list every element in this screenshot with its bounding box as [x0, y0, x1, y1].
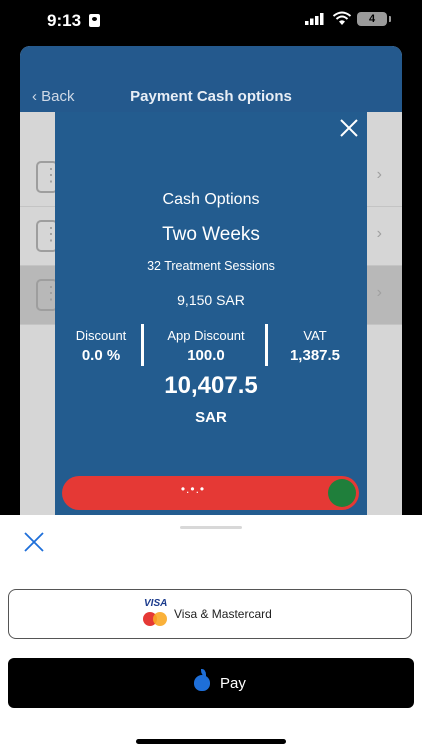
slider-loading-indicator: •.•.• [180, 482, 206, 496]
app-discount-label: App Discount [167, 328, 245, 343]
contact-card-icon [89, 14, 100, 27]
visa-mastercard-button[interactable]: VISA Visa & Mastercard [8, 589, 412, 639]
modal-heading: Cash Options [162, 191, 260, 208]
vat-stat: VAT 1,387.5 [268, 328, 362, 364]
status-bar: 9:13 4 [0, 0, 422, 40]
chevron-right-icon: › [376, 284, 382, 301]
apple-pay-button[interactable]: Pay [8, 658, 414, 708]
battery-indicator: 4 [357, 12, 391, 26]
visa-mastercard-label: Visa & Mastercard [174, 607, 272, 621]
wifi-icon [332, 11, 352, 25]
session-count: 32 Treatment Sessions [147, 259, 275, 273]
navigation-bar: ‹ Back Payment Cash options [20, 46, 402, 112]
chevron-right-icon: › [376, 225, 382, 242]
apple-pay-label: Pay [220, 675, 246, 692]
discount-label: Discount [75, 328, 127, 343]
base-price: 9,150 SAR [177, 292, 245, 308]
status-time: 9:13 [47, 11, 82, 30]
cellular-signal-icon [305, 13, 324, 25]
sheet-grabber[interactable] [180, 526, 242, 529]
vat-label: VAT [303, 328, 327, 343]
slider-knob[interactable] [328, 479, 356, 507]
payment-sheet: VISA Visa & Mastercard Pay [0, 515, 422, 750]
swipe-to-pay-slider[interactable]: •.•.• [62, 476, 359, 510]
vat-value: 1,387.5 [289, 347, 341, 364]
plan-name: Two Weeks [162, 224, 260, 245]
close-icon[interactable] [338, 117, 360, 139]
cash-options-modal: Cash Options Two Weeks 32 Treatment Sess… [55, 112, 367, 516]
apple-icon [194, 669, 210, 691]
visa-logo: VISA [144, 598, 168, 609]
chevron-right-icon: › [376, 166, 382, 183]
discount-stat: Discount 0.0 % [55, 328, 147, 364]
mastercard-logo-circle [153, 612, 167, 626]
close-icon[interactable] [23, 531, 45, 553]
app-discount-stat: App Discount 100.0 [158, 328, 254, 364]
nav-title: Payment Cash options [130, 88, 292, 105]
home-indicator [136, 739, 286, 744]
total-amount: 10,407.5 [164, 372, 258, 399]
app-discount-value: 100.0 [187, 347, 225, 364]
discount-value: 0.0 % [81, 347, 121, 364]
total-currency: SAR [195, 409, 227, 426]
divider [141, 324, 144, 366]
